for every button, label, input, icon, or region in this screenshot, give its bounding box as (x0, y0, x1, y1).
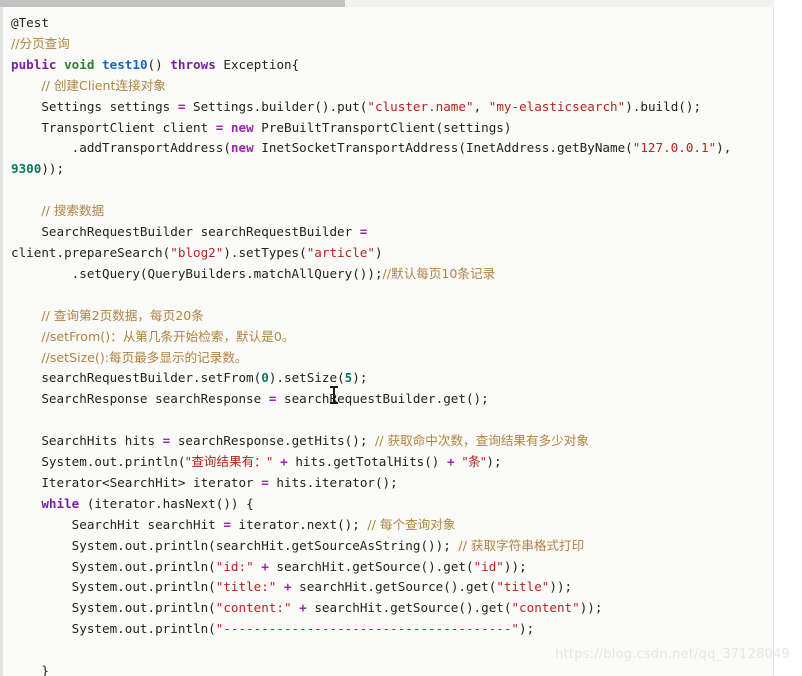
string-title-key: "title" (496, 579, 550, 595)
string-cluster-name: "cluster.name" (367, 98, 474, 114)
comment-setfrom: //setFrom()：从第几条开始检索，默认是0。 (41, 328, 295, 344)
string-id-label: "id:" (215, 558, 254, 574)
string-content-label: "content:" (215, 600, 292, 616)
comment-print-string: // 获取字符串格式打印 (458, 537, 585, 553)
comment-paging-query: //分页查询 (11, 35, 70, 51)
code-editor-pane[interactable]: @Test //分页查询 public void test10() throws… (0, 7, 774, 676)
string-id-key: "id" (473, 558, 504, 574)
comment-create-client: // 创建Client连接对象 (41, 77, 166, 93)
comment-query-page2: // 查询第2页数据，每页20条 (41, 307, 204, 323)
type-exception: Exception{ (223, 56, 300, 72)
annotation-test: @Test (11, 15, 49, 30)
right-gutter (775, 7, 802, 676)
string-separator: "--------------------------------------" (215, 621, 520, 637)
string-unit-tiao: "条" (462, 454, 487, 470)
comment-get-hits: // 获取命中次数，查询结果有多少对象 (374, 433, 589, 449)
method-name-test10: test10 (102, 56, 148, 72)
keyword-new-2: new (230, 140, 254, 156)
number-from-0: 0 (261, 370, 269, 386)
comment-default-page-size: //默认每页10条记录 (382, 265, 496, 281)
comment-search-data: // 搜索数据 (41, 203, 105, 219)
keyword-new-1: new (230, 119, 254, 135)
watermark-url: https://blog.csdn.net/qq_37128049 (555, 647, 790, 662)
comment-each-object: // 每个查询对象 (367, 516, 456, 532)
string-result-prefix: "查询结果有：" (185, 454, 273, 470)
keyword-public: public (11, 56, 57, 72)
code-block[interactable]: @Test //分页查询 public void test10() throws… (3, 7, 773, 676)
keyword-while: while (41, 495, 80, 511)
keyword-throws: throws (170, 56, 216, 72)
string-title-label: "title:" (215, 579, 277, 595)
comment-setsize: //setSize():每页最多显示的记录数。 (41, 349, 248, 365)
string-article: "article" (306, 244, 375, 260)
string-my-elasticsearch: "my-elasticsearch" (488, 98, 626, 114)
horizontal-scrollbar[interactable] (0, 0, 774, 7)
string-blog2: "blog2" (170, 244, 224, 260)
horizontal-scrollbar-thumb[interactable] (0, 0, 345, 7)
string-host: "127.0.0.1" (632, 140, 717, 156)
number-9300: 9300 (11, 161, 42, 177)
keyword-void: void (64, 56, 95, 72)
string-content-key: "content" (511, 600, 580, 616)
code-snippet-screen: @Test //分页查询 public void test10() throws… (0, 0, 802, 676)
